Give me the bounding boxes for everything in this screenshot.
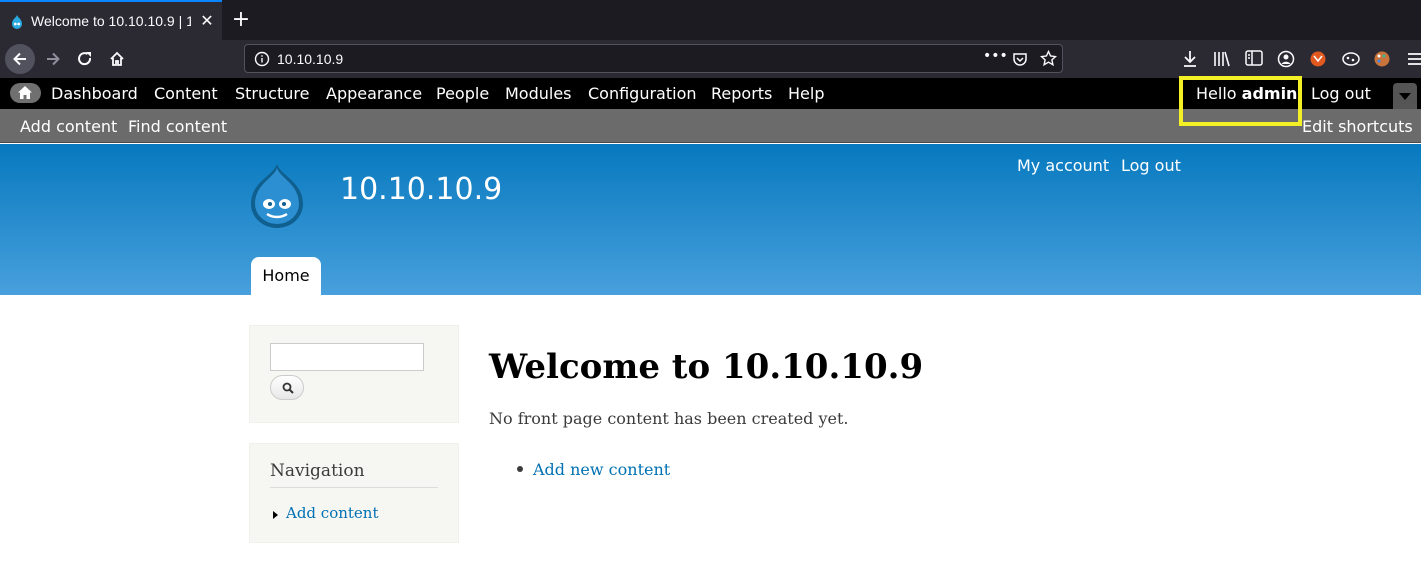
empty-front-page-message: No front page content has been created y… — [489, 409, 849, 428]
search-block — [249, 325, 459, 423]
toolbar-item-configuration[interactable]: Configuration — [588, 84, 697, 103]
toolbar-drawer-toggle[interactable] — [1393, 83, 1417, 109]
toolbar-item-appearance[interactable]: Appearance — [326, 84, 422, 103]
search-input[interactable] — [270, 343, 424, 371]
toolbar-item-modules[interactable]: Modules — [505, 84, 572, 103]
header-logout-link[interactable]: Log out — [1121, 156, 1181, 175]
reload-icon — [78, 52, 92, 66]
drupal-logo[interactable] — [247, 162, 307, 228]
page-title: Welcome to 10.10.10.9 — [489, 347, 924, 387]
new-tab-button[interactable]: + — [230, 8, 252, 32]
url-text[interactable]: 10.10.10.9 — [277, 51, 343, 67]
search-button[interactable] — [270, 375, 304, 400]
browser-navigation-bar: 10.10.10.9 ••• — [0, 40, 1421, 78]
home-icon — [110, 51, 124, 66]
toolbar-item-structure[interactable]: Structure — [235, 84, 309, 103]
tab-close-icon[interactable]: ✕ — [199, 11, 215, 31]
site-info-icon[interactable] — [254, 51, 270, 67]
bookmark-star-icon[interactable] — [1040, 50, 1057, 67]
tab-home[interactable]: Home — [251, 257, 321, 295]
toolbar-item-help[interactable]: Help — [788, 84, 824, 103]
search-icon — [282, 382, 294, 394]
toolbar-item-dashboard[interactable]: Dashboard — [51, 84, 138, 103]
shortcut-find-content[interactable]: Find content — [128, 117, 227, 136]
toolbar-item-reports[interactable]: Reports — [711, 84, 772, 103]
navigation-block: Navigation Add content — [249, 443, 459, 543]
highlight-box — [1179, 76, 1302, 126]
site-header: 10.10.10.9 My account Log out Home — [0, 144, 1421, 295]
tab-title: Welcome to 10.10.10.9 | 10.10.10.9 — [31, 13, 191, 29]
home-button[interactable] — [102, 44, 132, 74]
drupal-favicon-icon — [12, 15, 22, 29]
forward-arrow-icon — [47, 52, 60, 66]
browser-tab-strip: Welcome to 10.10.10.9 | 10.10.10.9 ✕ + — [0, 0, 1421, 40]
back-arrow-icon — [13, 52, 26, 66]
reload-button[interactable] — [70, 44, 100, 74]
downloads-icon[interactable] — [1182, 50, 1198, 68]
chevron-down-icon — [1399, 93, 1411, 100]
back-button[interactable] — [5, 44, 35, 74]
extension-palette-icon[interactable] — [1373, 50, 1391, 68]
shortcut-add-content[interactable]: Add content — [20, 117, 117, 136]
edit-shortcuts-link[interactable]: Edit shortcuts — [1302, 117, 1413, 136]
nav-add-content-link[interactable]: Add content — [286, 504, 379, 522]
pocket-icon[interactable] — [1012, 51, 1028, 67]
home-icon — [18, 86, 32, 99]
library-icon[interactable] — [1213, 50, 1231, 68]
toolbar-logout-link[interactable]: Log out — [1311, 84, 1371, 103]
extension-cookie-icon[interactable] — [1341, 50, 1361, 68]
extension-fox-icon[interactable] — [1309, 50, 1327, 68]
browser-tab[interactable]: Welcome to 10.10.10.9 | 10.10.10.9 ✕ — [0, 0, 222, 40]
toolbar-home-button[interactable] — [10, 83, 41, 103]
toolbar-item-content[interactable]: Content — [154, 84, 218, 103]
list-bullet — [517, 466, 523, 472]
account-icon[interactable] — [1277, 50, 1295, 68]
collapsed-arrow-icon — [273, 511, 278, 519]
navigation-title: Navigation — [270, 461, 438, 488]
sidebar-icon[interactable] — [1245, 50, 1263, 66]
app-menu-icon[interactable] — [1408, 52, 1421, 66]
my-account-link[interactable]: My account — [1017, 156, 1109, 175]
url-bar[interactable]: 10.10.10.9 ••• — [244, 44, 1063, 73]
page-actions-icon[interactable]: ••• — [983, 48, 1008, 64]
forward-button[interactable] — [38, 44, 68, 74]
toolbar-item-people[interactable]: People — [436, 84, 489, 103]
add-new-content-link[interactable]: Add new content — [533, 460, 670, 479]
site-name[interactable]: 10.10.10.9 — [340, 172, 502, 207]
